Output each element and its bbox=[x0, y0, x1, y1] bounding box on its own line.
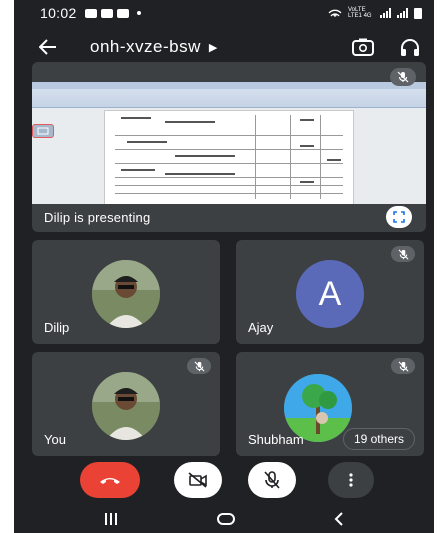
audio-output-icon[interactable] bbox=[400, 38, 420, 56]
back-icon[interactable] bbox=[333, 512, 345, 526]
signal-icon bbox=[397, 8, 408, 18]
notification-icons bbox=[84, 8, 141, 18]
participant-tile-you[interactable]: You bbox=[32, 352, 220, 456]
participant-tile-ajay[interactable]: A Ajay bbox=[236, 240, 424, 344]
microphone-off-icon bbox=[264, 471, 280, 489]
more-notifications-icon bbox=[136, 11, 141, 15]
presenter-label: Dilip is presenting bbox=[44, 210, 151, 225]
signal-icon bbox=[380, 8, 391, 18]
end-call-button[interactable] bbox=[80, 462, 140, 498]
more-options-button[interactable] bbox=[328, 462, 374, 498]
gallery-notification-icon bbox=[84, 8, 97, 18]
caret-right-icon[interactable]: ▶ bbox=[209, 41, 217, 54]
participant-name: Shubham bbox=[248, 432, 304, 447]
participant-avatar-dilip bbox=[92, 260, 160, 328]
participant-tile-shubham[interactable]: Shubham 19 others bbox=[236, 352, 424, 456]
participant-name: You bbox=[44, 432, 66, 447]
system-navigation-bar bbox=[14, 505, 434, 533]
shared-document-page bbox=[104, 110, 354, 204]
microphone-toggle-button[interactable] bbox=[248, 462, 296, 498]
hotspot-icon bbox=[328, 9, 342, 17]
presentation-tile[interactable]: Dilip is presenting bbox=[32, 62, 426, 232]
muted-mic-icon bbox=[187, 358, 211, 374]
muted-mic-icon bbox=[390, 68, 416, 86]
participant-tile-dilip[interactable]: Dilip bbox=[32, 240, 220, 344]
youtube-notification-icon bbox=[116, 8, 129, 18]
recent-apps-icon[interactable] bbox=[103, 512, 119, 526]
meeting-code[interactable]: onh-xvze-bsw bbox=[90, 37, 201, 57]
camera-toggle-button[interactable] bbox=[174, 462, 222, 498]
camera-off-icon bbox=[188, 472, 207, 488]
hang-up-icon bbox=[100, 478, 120, 484]
participant-name: Ajay bbox=[248, 320, 274, 335]
muted-mic-icon bbox=[391, 246, 415, 262]
system-icons: VoLTE LTE1 4G bbox=[328, 7, 422, 19]
back-arrow-icon[interactable] bbox=[36, 35, 60, 59]
spreadsheet-ribbon bbox=[32, 82, 426, 108]
network-type-label: VoLTE LTE1 4G bbox=[348, 7, 372, 19]
participant-name: Dilip bbox=[44, 320, 70, 335]
status-bar: 10:02 VoLTE LTE1 4G bbox=[14, 0, 434, 26]
avatar-initial: A bbox=[318, 274, 342, 313]
more-vert-icon bbox=[349, 473, 353, 487]
fullscreen-button[interactable] bbox=[386, 206, 412, 228]
meeting-header: onh-xvze-bsw ▶ bbox=[14, 30, 434, 64]
screen-share-badge-icon bbox=[32, 124, 54, 138]
participant-avatar-ajay: A bbox=[296, 260, 364, 328]
others-count-pill[interactable]: 19 others bbox=[342, 428, 415, 450]
home-icon[interactable] bbox=[216, 512, 236, 526]
shared-screen bbox=[32, 82, 426, 204]
youtube-notification-icon bbox=[100, 8, 113, 18]
battery-icon bbox=[414, 7, 422, 19]
status-time: 10:02 bbox=[40, 5, 77, 21]
call-controls bbox=[14, 462, 434, 502]
muted-mic-icon bbox=[391, 358, 415, 374]
fullscreen-icon bbox=[393, 211, 405, 223]
switch-camera-icon[interactable] bbox=[352, 38, 374, 56]
meet-call-screen: 10:02 VoLTE LTE1 4G onh-xvze-bsw ▶ Dilip… bbox=[14, 0, 434, 533]
participant-avatar-you bbox=[92, 372, 160, 440]
